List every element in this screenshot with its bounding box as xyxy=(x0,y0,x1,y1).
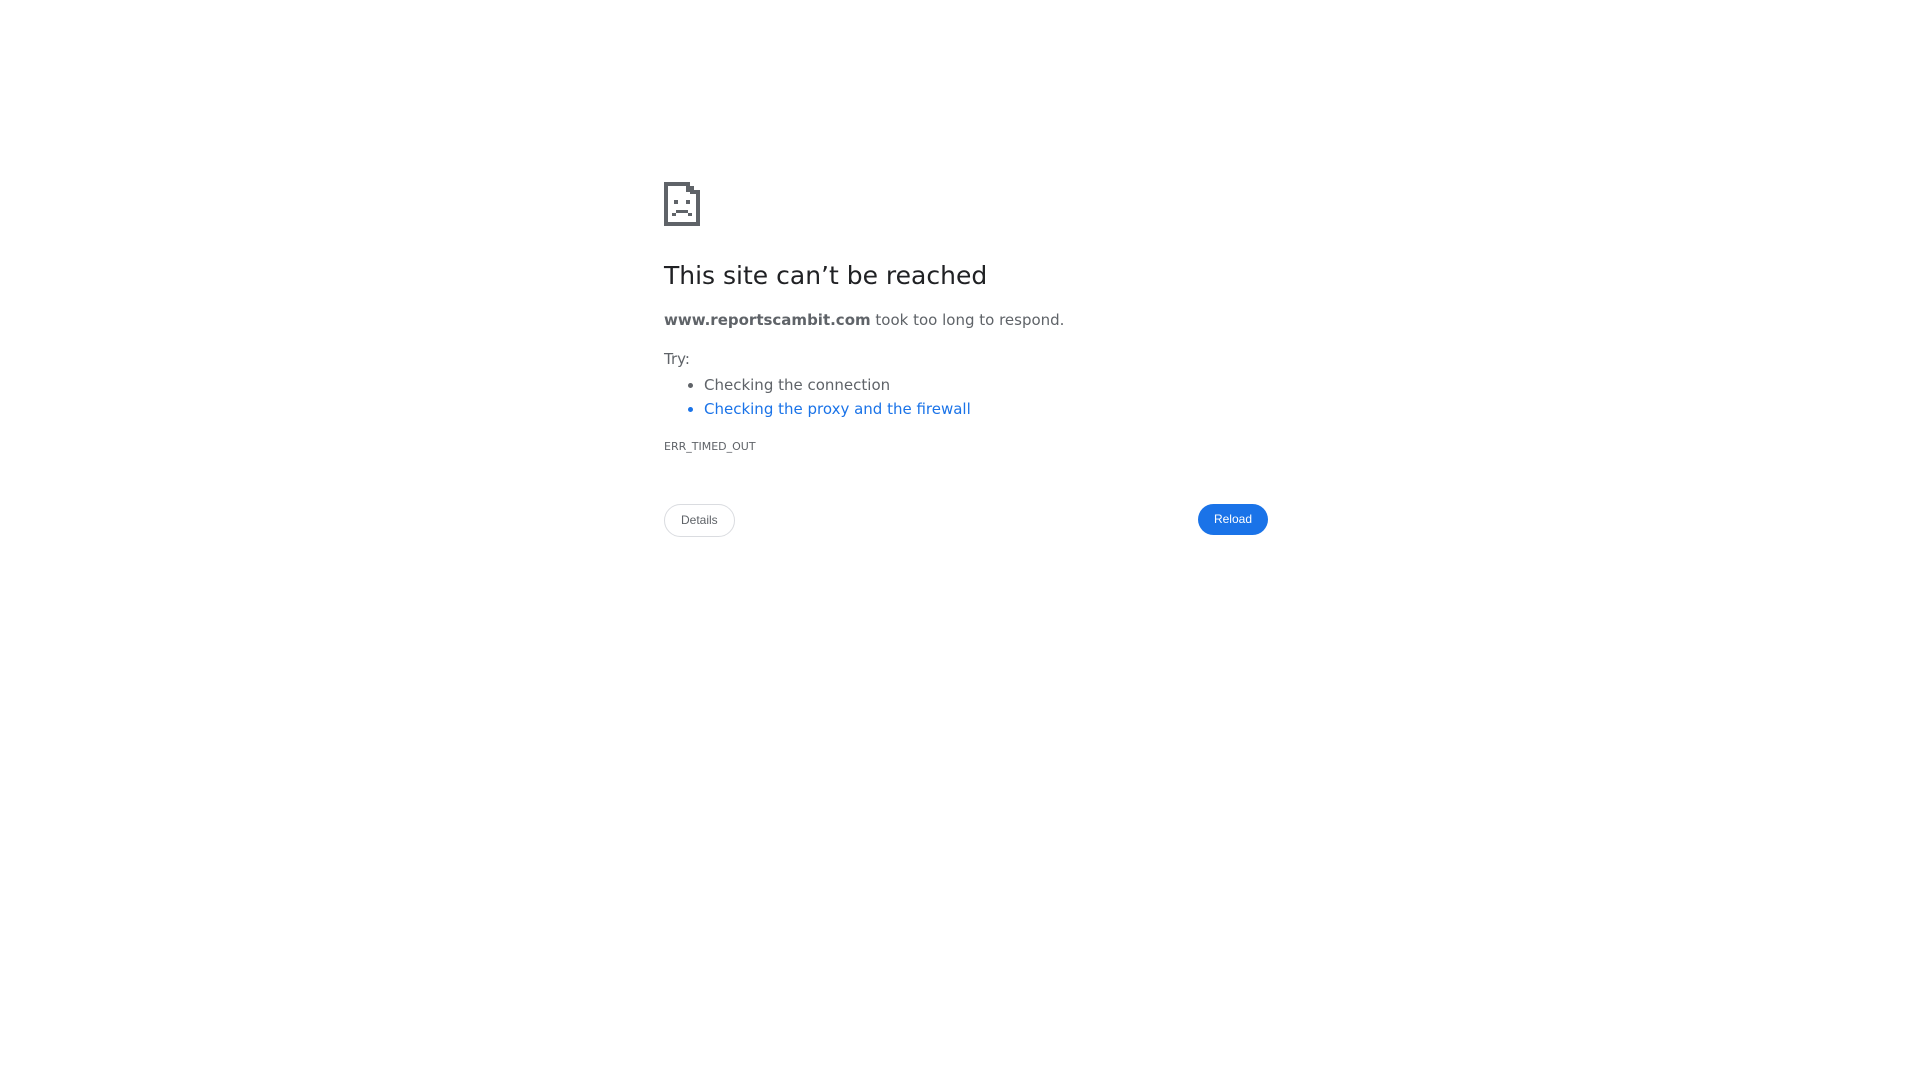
error-message-text: took too long to respond. xyxy=(870,311,1065,329)
error-message: www.reportscambit.com took too long to r… xyxy=(664,310,1268,330)
suggestion-check-connection: Checking the connection xyxy=(704,373,1268,397)
details-button[interactable]: Details xyxy=(664,504,735,537)
error-code: ERR_TIMED_OUT xyxy=(664,440,756,453)
suggestion-check-proxy-firewall-link[interactable]: Checking the proxy and the firewall xyxy=(704,397,1268,421)
page-title: This site can’t be reached xyxy=(664,261,988,290)
try-label: Try: xyxy=(664,350,690,368)
error-page: This site can’t be reached www.reportsca… xyxy=(664,182,1268,540)
button-row: Details Reload xyxy=(664,504,1268,540)
suggestions-list: Checking the connection Checking the pro… xyxy=(664,373,1268,421)
sad-page-icon xyxy=(664,182,704,226)
site-domain: www.reportscambit.com xyxy=(664,311,871,329)
reload-button[interactable]: Reload xyxy=(1197,504,1268,535)
